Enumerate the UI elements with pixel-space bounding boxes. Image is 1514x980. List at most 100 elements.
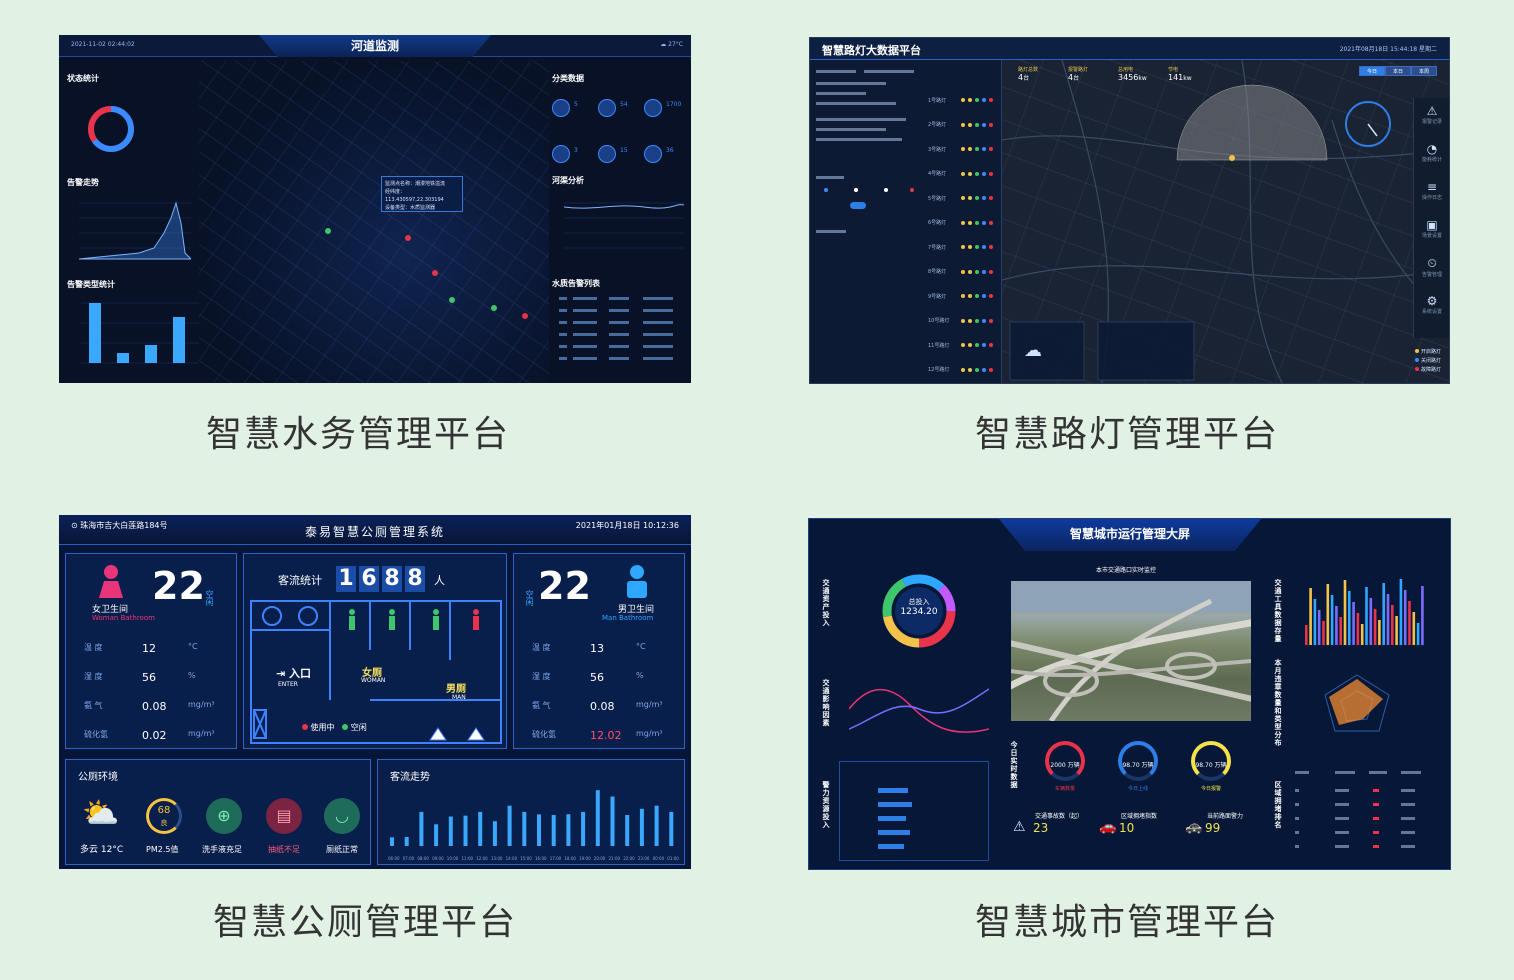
- side-nav-item[interactable]: ◔ 能耗统计: [1414, 142, 1449, 163]
- bulb-icon: [961, 147, 965, 152]
- city-dashboard-thumbnail[interactable]: 智慧城市运行管理大屏 交通资产投入 交通影响因素 警力资源投入 今日实时数据 交通工具数…: [808, 518, 1451, 870]
- lamp-row[interactable]: 12号路灯: [928, 358, 1000, 383]
- category-item: 15: [598, 143, 638, 173]
- bulb-icon: [961, 98, 965, 103]
- light-stat-unit: 台: [1023, 75, 1030, 82]
- toilet-timestamp: 2021年01月18日 10:12:36: [575, 521, 679, 530]
- svg-text:☁: ☁: [1024, 340, 1042, 361]
- map-pin-icon[interactable]: [449, 297, 455, 303]
- trend-bar: [654, 805, 659, 846]
- map-pin-icon[interactable]: [405, 235, 411, 241]
- legend-label: 故障路灯: [1420, 367, 1441, 373]
- lamp-row[interactable]: 1号路灯: [928, 88, 1000, 113]
- tab-day[interactable]: 本日: [1385, 66, 1411, 76]
- city-section-label: 今日实时数据: [1010, 741, 1018, 789]
- category-item: 54: [598, 97, 638, 127]
- lamp-name: 8号路灯: [928, 269, 947, 276]
- popup-line: 经纬度：113.430597,22.303194: [385, 189, 444, 203]
- sensor-value: 56: [590, 671, 604, 684]
- map-pin-icon[interactable]: [325, 228, 331, 234]
- lamp-name: 10号路灯: [928, 318, 950, 325]
- lamp-row[interactable]: 4号路灯: [928, 162, 1000, 187]
- bulb-icon: [961, 367, 965, 372]
- toilet-paper-label: 厕纸正常: [326, 845, 358, 854]
- bulb-icon: [968, 122, 972, 127]
- trend-bar: [448, 816, 453, 846]
- congestion-ranking-table: [1295, 771, 1421, 848]
- lamp-row[interactable]: 5号路灯: [928, 186, 1000, 211]
- caption-water: 智慧水务管理平台: [205, 414, 510, 455]
- lamp-row[interactable]: 11号路灯: [928, 333, 1000, 358]
- traffic-camera-feed[interactable]: [1011, 581, 1251, 721]
- streetlight-dashboard-thumbnail[interactable]: 智慧路灯大数据平台 2021年08月18日 15:44:18 星期二 1号路灯 2…: [809, 37, 1450, 384]
- bottom-stat-label: 当前路面警力: [1207, 813, 1244, 820]
- status-icon: [982, 220, 986, 225]
- trend-tick: 23:00: [638, 856, 650, 861]
- bulb-icon: [961, 122, 965, 127]
- lamp-row[interactable]: 2号路灯: [928, 113, 1000, 138]
- bulb-icon: [968, 147, 972, 152]
- map-pin-icon[interactable]: [432, 270, 438, 276]
- stock-bar: [1330, 595, 1334, 645]
- stock-bar: [1378, 620, 1381, 645]
- sensor-row: 湿 度 56%: [84, 671, 224, 684]
- wifi-icon: [975, 196, 979, 201]
- status-icon: [982, 367, 986, 372]
- sensor-key: 温 度: [532, 643, 551, 652]
- women-room-en: WOMAN: [361, 677, 386, 684]
- side-nav-item[interactable]: ≡ 操作日志: [1414, 180, 1449, 201]
- alarm-bar: [89, 303, 101, 363]
- water-dashboard-thumbnail[interactable]: 河道监测 2021-11-02 02:44:02 ☁ 27°C 状态统计 告警走…: [59, 35, 691, 383]
- side-nav-item[interactable]: ⚙ 系统设置: [1414, 294, 1449, 315]
- trend-bar: [566, 814, 571, 846]
- lamp-row[interactable]: 7号路灯: [928, 235, 1000, 260]
- lamp-row[interactable]: 3号路灯: [928, 137, 1000, 162]
- wifi-icon: [975, 294, 979, 299]
- light-timestamp: 2021年08月18日 15:44:18 星期二: [1339, 46, 1437, 53]
- lamp-row[interactable]: 8号路灯: [928, 260, 1000, 285]
- water-timestamp: 2021-11-02 02:44:02: [71, 41, 135, 48]
- light-tabs: 今日 本日 本周: [1359, 66, 1437, 76]
- category-value: 5: [574, 101, 578, 108]
- water-trend-title: 告警走势: [67, 178, 99, 187]
- toilet-paper-icon: ◡: [324, 798, 360, 834]
- side-nav-item[interactable]: ⚠ 报警记录: [1414, 104, 1449, 125]
- toilet-dashboard-thumbnail[interactable]: ⊙ 珠海市吉大白莲路184号 泰易智慧公厕管理系统 2021年01月18日 10…: [59, 515, 691, 869]
- water-map[interactable]: [199, 61, 549, 383]
- sensor-unit: %: [188, 671, 196, 680]
- lamp-row[interactable]: 10号路灯: [928, 309, 1000, 334]
- side-nav-item[interactable]: ⏲ 告警管理: [1414, 256, 1449, 278]
- caption-toilet: 智慧公厕管理平台: [212, 902, 517, 943]
- bottom-stat-icon: 🚓: [1185, 819, 1203, 835]
- sensor-value: 0.08: [590, 700, 615, 713]
- sensor-key: 湿 度: [532, 672, 551, 681]
- in-use-icon: [302, 724, 308, 730]
- trend-tick: 14:00: [506, 856, 518, 861]
- environment-title: 公厕环境: [78, 772, 118, 783]
- total-value: 1234.20: [900, 607, 938, 617]
- bulb-icon: [961, 245, 965, 250]
- sensor-row: 氨 气 0.08 mg/m³: [84, 700, 224, 713]
- lamp-row[interactable]: 6号路灯: [928, 211, 1000, 236]
- category-item: 5: [552, 97, 592, 127]
- map-pin-icon[interactable]: [491, 305, 497, 311]
- side-nav-item[interactable]: ▣ 场景设置: [1414, 218, 1449, 239]
- stock-bar: [1339, 617, 1342, 645]
- status-icon: [982, 269, 986, 274]
- tab-today[interactable]: 今日: [1359, 66, 1385, 76]
- highway-interchange-image: [1011, 581, 1251, 721]
- pm25-label: PM2.5值: [146, 845, 179, 854]
- men-room-en: MAN: [452, 694, 466, 701]
- lamp-name: 1号路灯: [928, 97, 947, 104]
- light-map[interactable]: ☁: [1002, 60, 1449, 383]
- alarm-icon: [989, 318, 993, 323]
- side-nav-icon: ⚠: [1426, 104, 1438, 118]
- sensor-value: 0.08: [142, 700, 167, 713]
- map-pin-icon[interactable]: [522, 313, 528, 319]
- bottom-stat-value: 10: [1119, 821, 1135, 835]
- lamp-row[interactable]: 13号路灯: [928, 382, 1000, 383]
- tab-week[interactable]: 本周: [1411, 66, 1437, 76]
- status-legend: 使用中 空闲: [302, 722, 367, 733]
- water-trend-chart: [79, 201, 191, 260]
- lamp-row[interactable]: 9号路灯: [928, 284, 1000, 309]
